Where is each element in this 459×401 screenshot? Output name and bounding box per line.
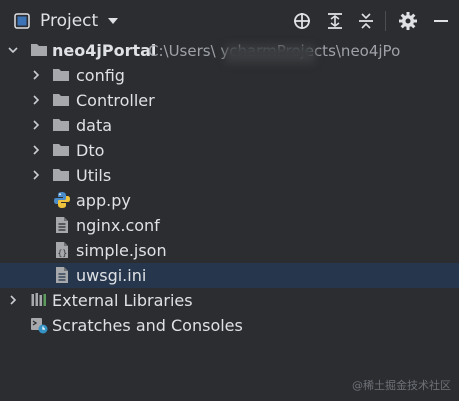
scratches-icon [31, 318, 48, 334]
chevron-down-icon[interactable] [7, 44, 19, 56]
tree-file-label: nginx.conf [76, 216, 160, 235]
tree-file-simple-json[interactable]: {} simple.json [0, 238, 459, 263]
collapse-all-icon[interactable] [355, 10, 377, 32]
python-file-icon [54, 192, 70, 208]
toolbar-separator [385, 11, 386, 31]
tree-scratches-and-consoles[interactable]: Scratches and Consoles [0, 313, 459, 338]
gear-icon[interactable] [397, 10, 419, 32]
tree-external-libraries[interactable]: External Libraries [0, 288, 459, 313]
chevron-right-icon[interactable] [30, 144, 42, 156]
minimize-icon[interactable] [430, 10, 452, 32]
chevron-right-icon[interactable] [30, 94, 42, 106]
project-tool-window: Project neo4jPortal C:\Users\ config Con… [0, 0, 459, 401]
text-file-icon [56, 267, 68, 283]
expand-all-icon[interactable] [324, 10, 346, 32]
folder-icon [53, 169, 69, 181]
tree-folder-label: config [76, 66, 125, 85]
folder-icon [53, 119, 69, 131]
redacted-path-segment [225, 45, 315, 63]
tree-file-label: simple.json [76, 241, 167, 260]
watermark: @稀土掘金技术社区 [352, 379, 451, 392]
tool-window-title[interactable]: Project [40, 10, 98, 32]
tree-folder-utils[interactable]: Utils [0, 163, 459, 188]
tree-folder-controller[interactable]: Controller [0, 88, 459, 113]
chevron-right-icon[interactable] [30, 119, 42, 131]
tree-folder-label: Utils [76, 166, 112, 185]
chevron-down-icon[interactable] [106, 16, 120, 26]
library-icon [31, 293, 46, 306]
tree-file-uwsgi-ini[interactable]: uwsgi.ini [0, 263, 459, 288]
folder-icon [53, 69, 69, 81]
tree-folder-data[interactable]: data [0, 113, 459, 138]
folder-icon [31, 44, 47, 56]
folder-icon [53, 94, 69, 106]
tree-file-app-py[interactable]: app.py [0, 188, 459, 213]
locate-icon[interactable] [291, 10, 313, 32]
tree-file-label: uwsgi.ini [76, 266, 147, 285]
folder-icon [53, 144, 69, 156]
chevron-right-icon[interactable] [7, 294, 19, 306]
tree-folder-label: data [76, 116, 113, 135]
chevron-right-icon[interactable] [30, 169, 42, 181]
tree-folder-config[interactable]: config [0, 63, 459, 88]
project-name: neo4jPortal [52, 41, 157, 60]
tree-file-label: app.py [76, 191, 131, 210]
tree-item-label: External Libraries [52, 291, 193, 310]
tree-folder-dto[interactable]: Dto [0, 138, 459, 163]
tree-item-label: Scratches and Consoles [52, 316, 243, 335]
chevron-right-icon[interactable] [30, 69, 42, 81]
tree-folder-label: Controller [76, 91, 155, 110]
tree-folder-label: Dto [76, 141, 105, 160]
json-file-icon: {} [56, 242, 68, 258]
text-file-icon [56, 217, 68, 233]
tree-file-nginx-conf[interactable]: nginx.conf [0, 213, 459, 238]
project-view-icon[interactable] [14, 13, 30, 29]
svg-text:{}: {} [58, 249, 68, 258]
